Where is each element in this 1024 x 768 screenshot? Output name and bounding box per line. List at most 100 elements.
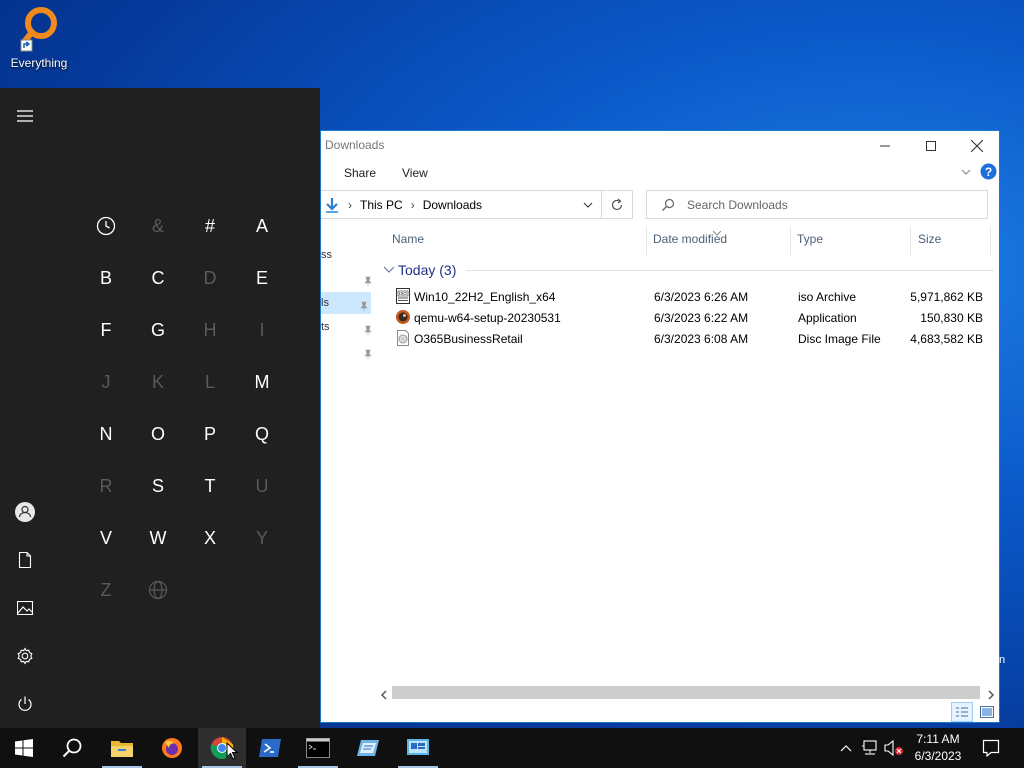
column-header-size[interactable]: Size <box>918 232 941 246</box>
file-row[interactable]: O365BusinessRetail 6/3/2023 6:08 AM Disc… <box>387 328 987 349</box>
close-button[interactable] <box>954 131 1000 161</box>
column-header-type[interactable]: Type <box>797 232 823 246</box>
everything-icon <box>19 6 59 54</box>
account-button[interactable] <box>0 488 50 536</box>
taskbar-firefox[interactable] <box>148 728 196 768</box>
taskbar-clock[interactable]: 7:11 AM 6/3/2023 <box>906 731 970 765</box>
settings-button[interactable] <box>0 632 50 680</box>
recent-clock-icon[interactable] <box>82 202 130 250</box>
column-divider[interactable] <box>646 227 647 255</box>
qemu-app-icon <box>395 309 411 325</box>
title-bar[interactable]: Downloads <box>321 131 999 161</box>
downloads-arrow-icon <box>324 197 340 213</box>
column-divider[interactable] <box>790 227 791 255</box>
tab-share[interactable]: Share <box>344 166 376 180</box>
documents-icon <box>18 552 32 568</box>
letter-index-P[interactable]: P <box>186 410 234 458</box>
address-bar[interactable]: › This PC › Downloads <box>321 190 602 219</box>
remote-desktop-icon <box>406 738 430 758</box>
group-label: Today (3) <box>398 262 457 278</box>
notepad-icon <box>356 738 380 758</box>
address-history-dropdown-icon[interactable] <box>582 199 594 214</box>
file-type: Disc Image File <box>798 332 881 346</box>
letter-index-V[interactable]: V <box>82 514 130 562</box>
details-view-icon[interactable] <box>951 702 973 722</box>
expand-menu-button[interactable] <box>0 92 50 140</box>
start-button[interactable] <box>0 728 48 768</box>
help-icon[interactable]: ? <box>980 163 997 185</box>
action-center-icon[interactable] <box>981 738 1001 758</box>
show-hidden-icons-icon[interactable] <box>836 738 856 758</box>
column-header-name[interactable]: Name <box>392 232 424 246</box>
file-row[interactable]: qemu-w64-setup-20230531 6/3/2023 6:22 AM… <box>387 307 987 328</box>
pictures-button[interactable] <box>0 584 50 632</box>
letter-index-Q[interactable]: Q <box>238 410 286 458</box>
taskbar-notepad[interactable] <box>344 728 392 768</box>
pin-icon <box>363 273 373 291</box>
refresh-button[interactable] <box>602 190 633 219</box>
letter-index-S[interactable]: S <box>134 462 182 510</box>
taskbar-search-button[interactable] <box>48 728 96 768</box>
hamburger-icon <box>17 110 33 122</box>
maximize-button[interactable] <box>908 131 954 161</box>
nav-item-selected[interactable]: ls <box>321 292 371 314</box>
tab-view[interactable]: View <box>402 166 428 180</box>
file-size: 4,683,582 KB <box>910 332 983 346</box>
letter-index-&: & <box>151 215 164 236</box>
network-icon[interactable] <box>860 738 880 758</box>
search-icon <box>661 198 675 212</box>
file-name: Win10_22H2_English_x64 <box>414 290 556 304</box>
column-header-date-modified[interactable]: Date modified <box>653 232 727 246</box>
taskbar-file-explorer[interactable] <box>98 728 146 768</box>
letter-index-G[interactable]: G <box>134 306 182 354</box>
nav-item-fragment[interactable]: ss <box>321 249 332 261</box>
column-divider[interactable] <box>990 227 991 255</box>
breadcrumb-this-pc[interactable]: This PC <box>360 198 403 212</box>
letter-index-#[interactable]: # <box>186 202 234 250</box>
taskbar-powershell[interactable] <box>246 728 294 768</box>
search-icon <box>62 738 82 758</box>
large-icons-view-icon[interactable] <box>976 702 998 722</box>
file-date: 6/3/2023 6:26 AM <box>654 290 749 304</box>
letter-index-O[interactable]: O <box>134 410 182 458</box>
letter-index-J: J <box>101 371 111 392</box>
taskbar-chrome[interactable] <box>198 728 246 768</box>
desktop-clipped-text: n <box>999 654 1006 666</box>
window-title: Downloads <box>325 138 385 152</box>
documents-button[interactable] <box>0 536 50 584</box>
desktop-icon-everything[interactable]: Everything <box>6 6 72 70</box>
nav-item-fragment[interactable]: ts <box>321 321 330 333</box>
letter-index-X[interactable]: X <box>186 514 234 562</box>
taskbar-remote-desktop[interactable] <box>394 728 442 768</box>
letter-index-A[interactable]: A <box>238 202 286 250</box>
file-size: 150,830 KB <box>920 311 983 325</box>
letter-index-C[interactable]: C <box>134 254 182 302</box>
expand-ribbon-icon[interactable] <box>960 165 972 183</box>
taskbar-command-prompt[interactable] <box>294 728 342 768</box>
column-divider[interactable] <box>910 227 911 255</box>
letter-index-F[interactable]: F <box>82 306 130 354</box>
scroll-thumb[interactable] <box>392 686 980 699</box>
letter-index-Y: Y <box>255 527 268 548</box>
mouse-cursor-icon <box>226 741 239 765</box>
letter-index-E[interactable]: E <box>238 254 286 302</box>
group-header-today[interactable]: Today (3) <box>383 262 456 278</box>
desktop-icon-label: Everything <box>10 56 68 70</box>
letter-index-M[interactable]: M <box>238 358 286 406</box>
start-icon <box>15 739 33 757</box>
file-row[interactable]: ISO Win10_22H2_English_x64 6/3/2023 6:26… <box>387 286 987 307</box>
letter-index-N[interactable]: N <box>82 410 130 458</box>
file-date: 6/3/2023 6:22 AM <box>654 311 749 325</box>
chevron-right-icon: › <box>348 197 352 212</box>
power-button[interactable] <box>0 680 50 728</box>
gear-icon <box>16 647 34 665</box>
letter-index-W[interactable]: W <box>134 514 182 562</box>
horizontal-scrollbar[interactable] <box>377 684 999 701</box>
minimize-button[interactable] <box>862 131 908 161</box>
search-box[interactable]: Search Downloads <box>646 190 988 219</box>
breadcrumb-downloads[interactable]: Downloads <box>423 198 482 212</box>
volume-muted-icon[interactable] <box>884 738 904 758</box>
letter-index-B[interactable]: B <box>82 254 130 302</box>
svg-text:?: ? <box>985 165 992 179</box>
letter-index-T[interactable]: T <box>186 462 234 510</box>
